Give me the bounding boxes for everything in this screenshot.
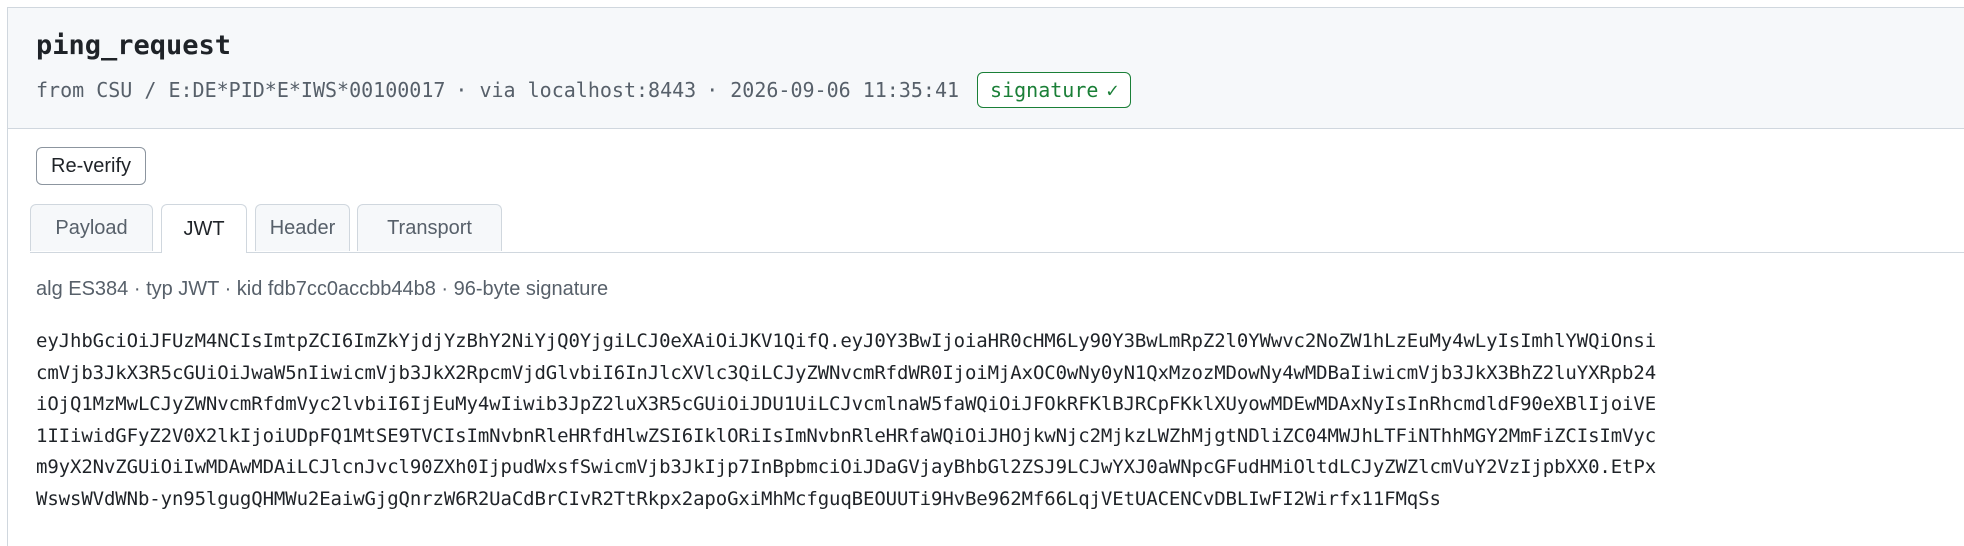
timestamp: 2026-09-06 11:35:41: [730, 78, 960, 102]
jwt-token-line: 1IIiwidGFyZ2V0X2lkIjoiUDpFQ1MtSE9TVCIsIm…: [36, 424, 1657, 447]
via-label: via localhost:8443: [479, 78, 697, 102]
message-detail-panel: ping_request from CSU / E:DE*PID*E*IWS*0…: [7, 7, 1964, 546]
origin-label: from CSU / E:DE*PID*E*IWS*00100017: [36, 78, 446, 102]
meta-separator: ·: [455, 78, 468, 102]
signature-status-badge: signature ✓: [977, 72, 1132, 108]
tab-transport[interactable]: Transport: [357, 204, 502, 251]
tab-jwt[interactable]: JWT: [161, 204, 247, 253]
meta-separator: ·: [706, 78, 719, 102]
message-title: ping_request: [36, 30, 232, 61]
signature-badge-label: signature: [990, 78, 1099, 102]
detail-tabs: Payload JWT Header Transport: [30, 204, 1964, 253]
jwt-token-text: eyJhbGciOiJFUzM4NCIsImtpZCI6ImZkYjdjYzBh…: [36, 326, 1936, 516]
jwt-token-line: eyJhbGciOiJFUzM4NCIsImtpZCI6ImZkYjdjYzBh…: [36, 330, 1657, 352]
jwt-summary: alg ES384 · typ JWT · kid fdb7cc0accbb44…: [36, 278, 609, 300]
jwt-token-line: cmVjb3JkX3R5cGUiOiJwaW5nIiwicmVjb3JkX2Rp…: [36, 361, 1657, 384]
message-header: ping_request from CSU / E:DE*PID*E*IWS*0…: [8, 8, 1964, 129]
tab-payload[interactable]: Payload: [30, 204, 153, 251]
jwt-token-line: WswsWVdWNb-yn95lgugQHMWu2EaiwGjgQnrzW6R2…: [36, 487, 1441, 510]
tab-header[interactable]: Header: [255, 204, 350, 251]
check-icon: ✓: [1106, 78, 1119, 102]
message-meta: from CSU / E:DE*PID*E*IWS*00100017 · via…: [36, 72, 1132, 108]
reverify-button[interactable]: Re-verify: [36, 147, 147, 185]
jwt-token-line: iOjQ1MzMwLCJyZWNvcmRfdmVyc2lvbiI6IjEuMy4…: [36, 393, 1657, 416]
jwt-token-line: m9yX2NvZGUiOiIwMDAwMDAiLCJlcnJvcl90ZXh0I…: [36, 456, 1657, 479]
